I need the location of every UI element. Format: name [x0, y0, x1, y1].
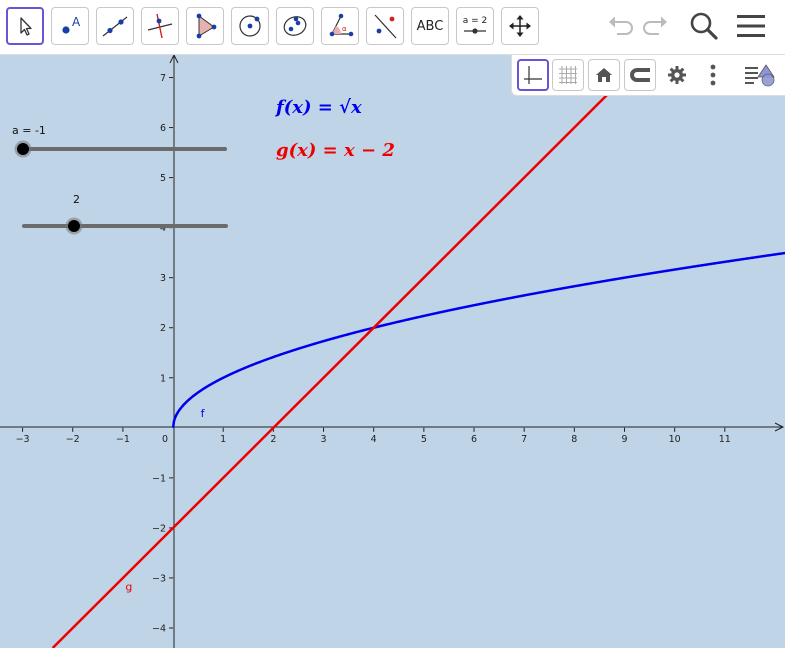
slider-tool-button[interactable]: a = 2: [456, 7, 494, 45]
text-tool-label: ABC: [416, 18, 444, 34]
reflect-icon: [374, 14, 397, 39]
x-tick-label: 2: [270, 434, 276, 445]
line-tool-button[interactable]: [96, 7, 134, 45]
circle-tool-button[interactable]: [231, 7, 269, 45]
point-tool-button[interactable]: A: [51, 7, 89, 45]
function-g-label: g: [125, 580, 132, 593]
main-menu-button[interactable]: [733, 8, 769, 44]
x-tick-label: 10: [669, 434, 681, 445]
svg-text:A: A: [72, 15, 81, 29]
x-tick-label: 8: [571, 434, 577, 445]
slider-a-handle-dot: [17, 143, 29, 155]
vertical-dots-icon: [710, 64, 716, 86]
ellipse-tool-button[interactable]: [276, 7, 314, 45]
slider-tool-label: a = 2: [463, 16, 488, 26]
x-tick-label: −3: [16, 434, 30, 445]
cursor-arrow-icon: [20, 17, 32, 36]
x-tick-label: 1: [220, 434, 226, 445]
x-tick-label: 6: [471, 434, 477, 445]
move-graphics-view-tool-button[interactable]: [501, 7, 539, 45]
grid-icon: [559, 66, 577, 84]
y-tick-label: 7: [160, 73, 166, 84]
gear-icon: [668, 66, 686, 84]
x-tick-label: −1: [116, 434, 130, 445]
graphics-view[interactable]: −3 −2 −1 0 1 2 3 4 5 6 7 8 9 10 117654321−1−2−3−4 f g …: [0, 55, 785, 648]
polygon-tool-button[interactable]: [186, 7, 224, 45]
reflect-tool-button[interactable]: [366, 7, 404, 45]
text-tool-button[interactable]: ABC: [411, 7, 449, 45]
x-tick-label: 5: [421, 434, 427, 445]
x-tick-label: 3: [321, 434, 327, 445]
perpendicular-line-tool-button[interactable]: [141, 7, 179, 45]
x-tick-label: 7: [521, 434, 527, 445]
x-tick-label: 0: [162, 434, 168, 445]
graphics-settings-button[interactable]: [661, 59, 693, 91]
x-tick-label: 9: [621, 434, 627, 445]
graphics-style-bar: [511, 55, 785, 96]
line-icon: [102, 16, 128, 37]
y-tick-label: 2: [160, 323, 166, 334]
slider-b-label: 2: [73, 193, 80, 206]
slider-b-handle-dot: [68, 220, 80, 232]
y-tick-label: −1: [152, 473, 166, 484]
x-tick-label: 11: [719, 434, 731, 445]
search-button[interactable]: [686, 8, 722, 44]
toggle-grid-button[interactable]: [552, 59, 584, 91]
svg-text:α: α: [342, 25, 347, 33]
y-tick-label: −2: [152, 523, 166, 534]
angle-tool-button[interactable]: α: [321, 7, 359, 45]
algebra-shapes-icon: [745, 64, 775, 87]
search-icon: [690, 12, 718, 40]
x-tick-label: 4: [371, 434, 377, 445]
y-tick-label: 1: [160, 373, 166, 384]
y-tick-label: 5: [160, 173, 166, 184]
standard-view-button[interactable]: [588, 59, 620, 91]
formula-f[interactable]: f(x) = √x: [274, 97, 362, 118]
y-tick-label: 6: [160, 123, 166, 134]
toolbar: A α ABC a = 2: [0, 0, 785, 55]
slider-a-label: a = -1: [12, 124, 46, 137]
more-options-button[interactable]: [697, 59, 729, 91]
point-icon: A: [62, 15, 81, 34]
perpendicular-line-icon: [147, 13, 173, 39]
circle-icon: [239, 15, 261, 37]
move-arrows-icon: [509, 15, 531, 37]
angle-icon: α: [329, 13, 354, 37]
ellipse-icon: [283, 16, 307, 36]
slider-icon: a = 2: [463, 16, 488, 34]
hamburger-menu-icon: [737, 15, 765, 37]
y-tick-label: 3: [160, 273, 166, 284]
toggle-axes-button[interactable]: [517, 59, 549, 91]
polygon-icon: [196, 13, 217, 39]
formula-g[interactable]: g(x) = x − 2: [276, 140, 395, 161]
x-tick-label: −2: [66, 434, 80, 445]
y-tick-label: −3: [152, 573, 166, 584]
undo-icon: [609, 16, 633, 35]
undo-button[interactable]: [602, 8, 638, 44]
y-tick-label: −4: [152, 623, 166, 634]
point-capturing-button[interactable]: [624, 59, 656, 91]
algebra-view-toggle-button[interactable]: [744, 59, 776, 91]
move-tool-button[interactable]: [6, 7, 44, 45]
home-icon: [596, 68, 612, 82]
magnet-icon: [630, 68, 650, 82]
redo-icon: [643, 16, 667, 35]
axes-icon: [524, 66, 542, 84]
redo-button[interactable]: [638, 8, 674, 44]
